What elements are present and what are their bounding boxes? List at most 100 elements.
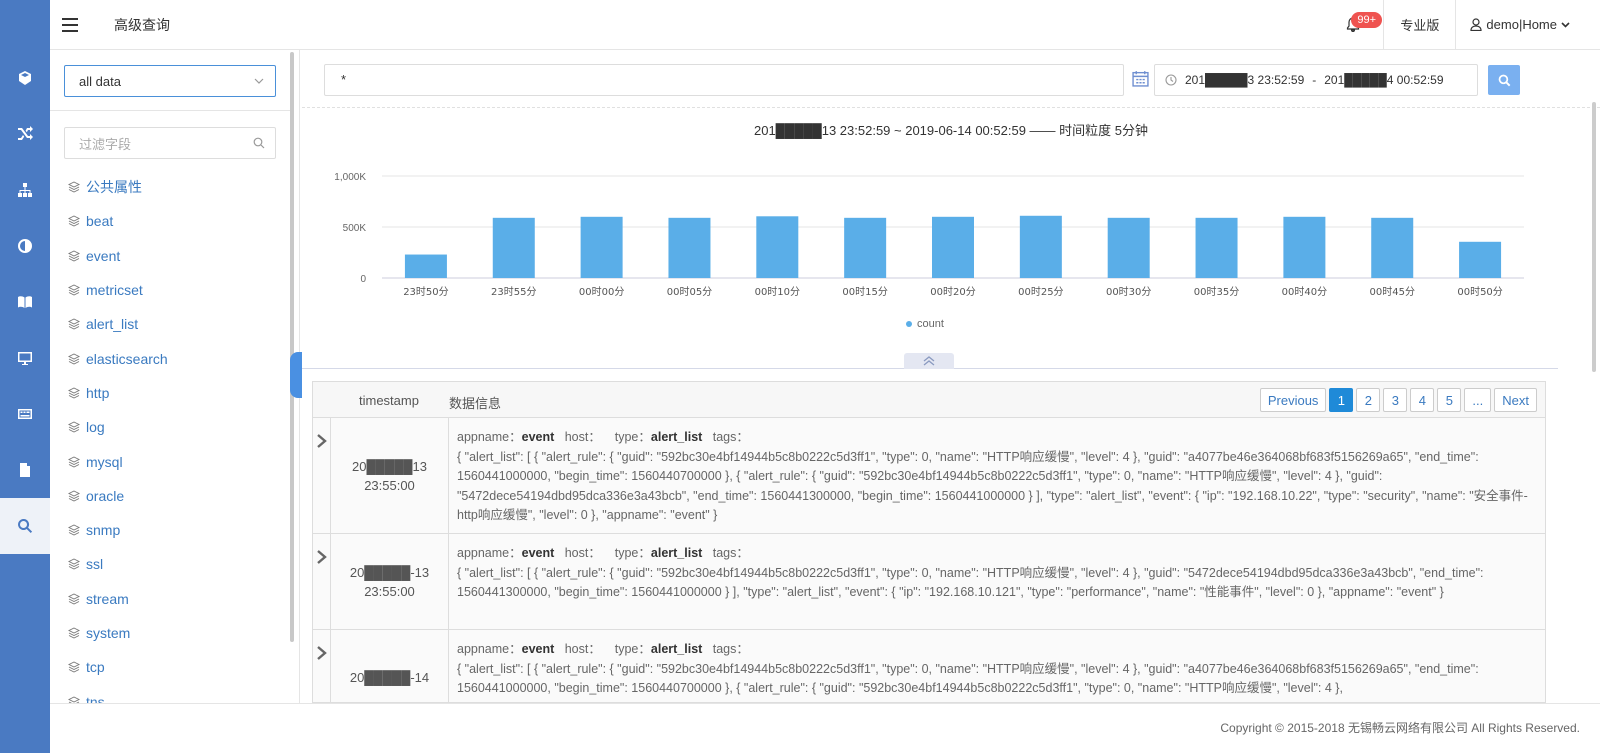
bar[interactable] <box>1019 215 1062 278</box>
collapse-chart-button[interactable] <box>904 353 954 369</box>
bar[interactable] <box>492 217 535 278</box>
appname-value[interactable]: event <box>522 642 555 656</box>
row-timestamp: 20█████-13 23:55:00 <box>331 534 449 629</box>
field-item[interactable]: event <box>68 239 278 273</box>
field-filter-input[interactable]: 过滤字段 <box>64 127 276 159</box>
row-time: 23:55:00 <box>364 583 415 599</box>
main-scrollbar[interactable] <box>1592 102 1596 372</box>
type-value[interactable]: alert_list <box>651 642 702 656</box>
layers-icon <box>68 181 80 193</box>
user-label: demo|Home <box>1486 17 1557 32</box>
field-item[interactable]: ssl <box>68 547 278 581</box>
page-ellipsis[interactable]: ... <box>1464 388 1492 412</box>
bar[interactable] <box>1283 216 1326 278</box>
hamburger-icon <box>62 17 78 32</box>
document-icon[interactable] <box>0 442 50 498</box>
x-tick-label: 00时10分 <box>755 286 800 298</box>
keyboard-icon[interactable] <box>0 386 50 442</box>
cube-icon[interactable] <box>0 50 50 106</box>
tags-key: tags： <box>712 642 749 656</box>
field-item[interactable]: snmp <box>68 513 278 547</box>
time-end: 201█████4 00:52:59 <box>1324 73 1444 87</box>
field-panel-scrollbar[interactable] <box>290 52 294 642</box>
monitor-icon[interactable] <box>0 330 50 386</box>
field-item[interactable]: alert_list <box>68 307 278 341</box>
field-item[interactable]: stream <box>68 582 278 616</box>
sitemap-icon[interactable] <box>0 162 50 218</box>
layers-icon <box>68 627 80 639</box>
page-button[interactable]: 3 <box>1383 388 1408 412</box>
field-item[interactable]: log <box>68 410 278 444</box>
notifications-button[interactable]: 99+ <box>1323 0 1383 50</box>
bar[interactable] <box>932 216 974 278</box>
page-button[interactable]: 5 <box>1437 388 1462 412</box>
appname-value[interactable]: event <box>522 546 555 560</box>
field-item-label: oracle <box>86 487 125 504</box>
field-item[interactable]: http <box>68 376 278 410</box>
bar[interactable] <box>404 254 447 278</box>
x-tick-label: 00时30分 <box>1106 286 1151 298</box>
bar[interactable] <box>580 216 623 278</box>
field-item[interactable]: mysql <box>68 444 278 478</box>
x-tick-label: 00时50分 <box>1457 286 1502 298</box>
data-source-value: all data <box>79 73 121 89</box>
row-data-info: appname：event host： type：alert_list tags… <box>449 630 1545 702</box>
chart-legend[interactable]: count <box>906 318 944 330</box>
time-range-input[interactable]: 201█████3 23:52:59 - 201█████4 00:52:59 <box>1154 64 1478 96</box>
panel-collapse-tab[interactable] <box>290 352 302 398</box>
layers-icon <box>68 421 80 433</box>
row-date: 20█████-13 <box>349 564 430 580</box>
previous-page-button[interactable]: Previous <box>1259 388 1327 412</box>
field-item-label: alert_list <box>86 316 139 333</box>
field-item[interactable]: tcp <box>68 650 278 684</box>
field-item[interactable]: beat <box>68 204 278 238</box>
search-button[interactable] <box>1488 65 1520 95</box>
half-circle-icon[interactable] <box>0 218 50 274</box>
data-source-select[interactable]: all data <box>64 65 276 97</box>
bar[interactable] <box>844 217 887 278</box>
bar[interactable] <box>1107 217 1150 278</box>
y-tick-label: 1,000K <box>334 172 366 183</box>
menu-toggle-button[interactable] <box>50 0 90 50</box>
appname-value[interactable]: event <box>522 430 555 444</box>
field-item[interactable]: 公共属性 <box>68 170 278 204</box>
field-item[interactable]: metricset <box>68 273 278 307</box>
legend-label: count <box>917 318 944 330</box>
bar[interactable] <box>1459 241 1502 278</box>
search-icon[interactable] <box>0 498 50 554</box>
row-expand-toggle[interactable] <box>313 534 331 629</box>
field-item-label: system <box>86 625 131 641</box>
pro-edition-link[interactable]: 专业版 <box>1383 0 1455 50</box>
field-item[interactable]: system <box>68 616 278 650</box>
field-item-label: log <box>86 419 105 436</box>
table-row: 20█████-13 23:55:00 appname：event host： ty… <box>313 534 1545 630</box>
layers-icon <box>68 593 80 605</box>
tags-key: tags： <box>712 430 749 444</box>
x-tick-label: 00时00分 <box>579 286 624 298</box>
calendar-icon[interactable] <box>1132 70 1149 87</box>
book-icon[interactable] <box>0 274 50 330</box>
query-input[interactable]: * <box>324 64 1124 96</box>
bar[interactable] <box>1371 217 1414 278</box>
type-value[interactable]: alert_list <box>651 430 702 444</box>
column-timestamp[interactable]: timestamp <box>359 393 419 408</box>
page-button[interactable]: 4 <box>1410 388 1435 412</box>
page-button[interactable]: 2 <box>1356 388 1381 412</box>
next-page-button[interactable]: Next <box>1494 388 1537 412</box>
bar[interactable] <box>668 217 711 278</box>
shuffle-icon[interactable] <box>0 106 50 162</box>
tags-key: tags： <box>712 546 749 560</box>
user-menu[interactable]: demo|Home <box>1455 0 1600 50</box>
field-item[interactable]: elasticsearch <box>68 341 278 375</box>
type-value[interactable]: alert_list <box>651 546 702 560</box>
row-expand-toggle[interactable] <box>313 630 331 702</box>
page-button[interactable]: 1 <box>1329 388 1354 412</box>
field-item[interactable]: oracle <box>68 479 278 513</box>
table-row: 20█████-14 appname：event host： type：alert… <box>313 630 1545 702</box>
bar[interactable] <box>1195 217 1238 278</box>
bar[interactable] <box>756 216 799 278</box>
layers-icon <box>68 490 80 502</box>
x-tick-label: 23时55分 <box>491 286 536 298</box>
row-expand-toggle[interactable] <box>313 418 331 533</box>
layers-icon <box>68 353 80 365</box>
